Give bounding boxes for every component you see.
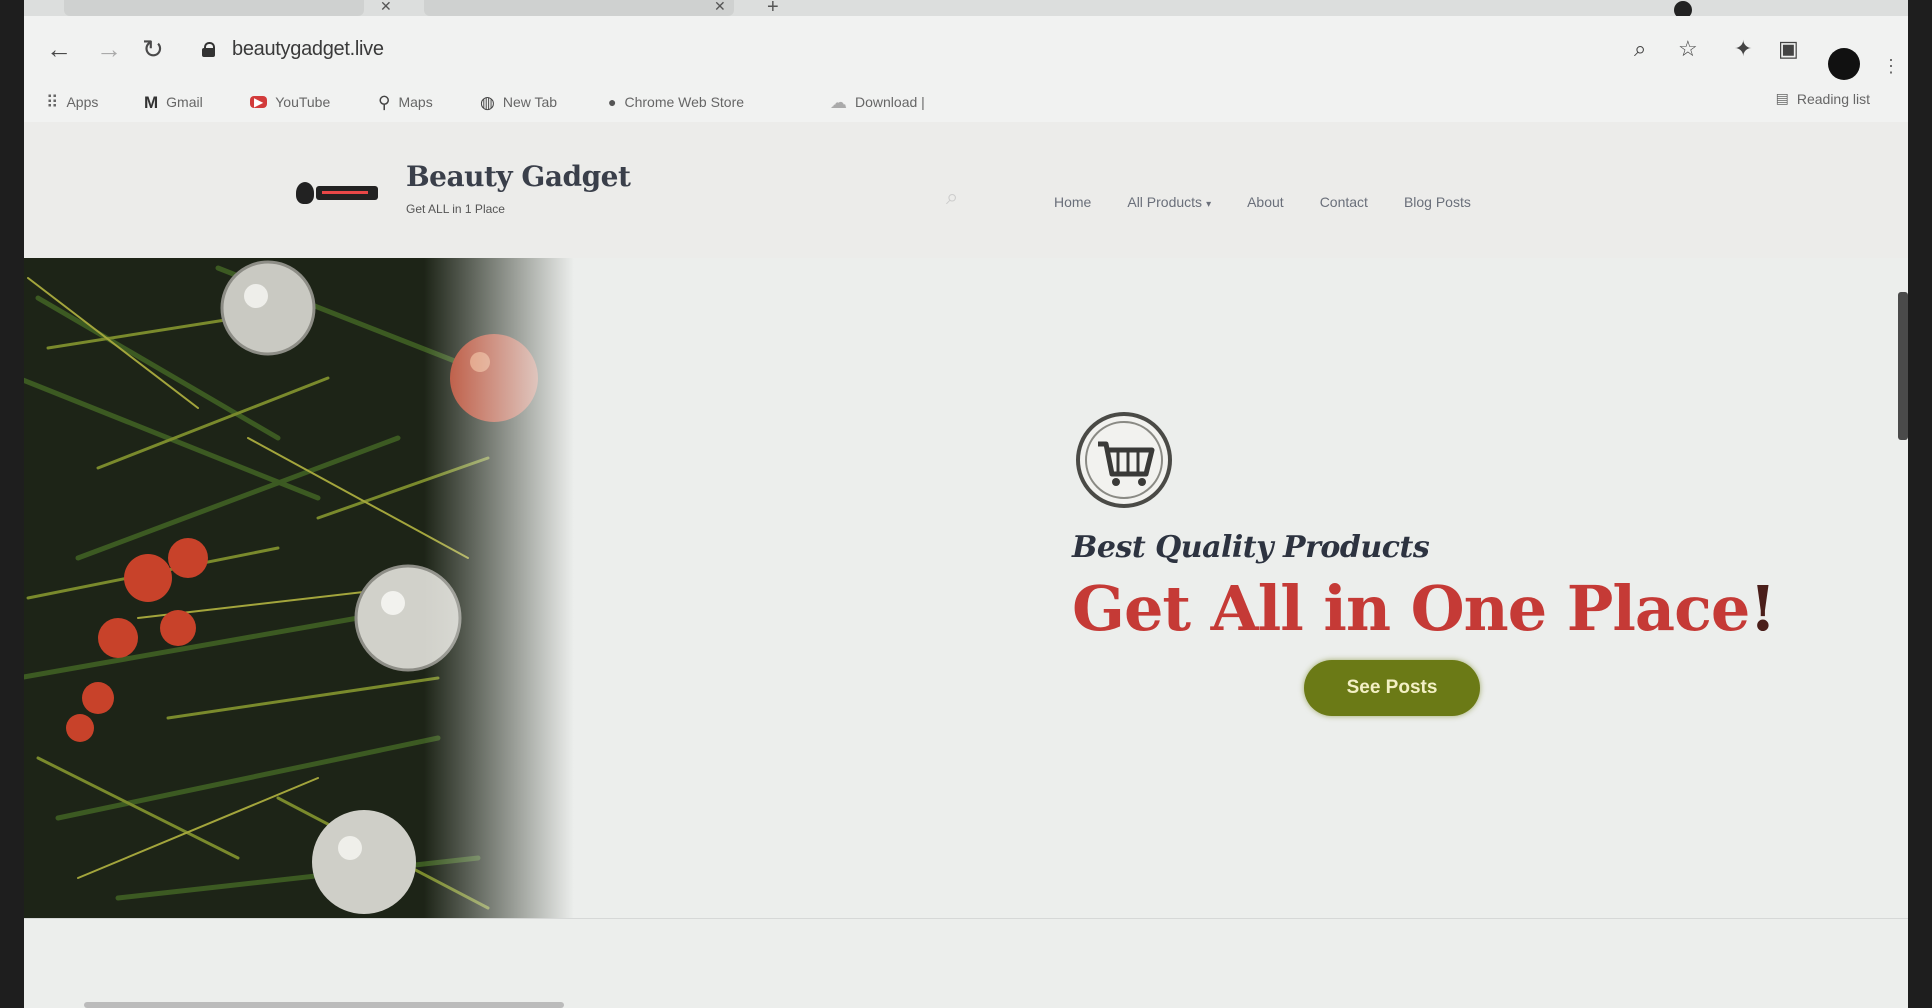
bookmark-label: New Tab xyxy=(502,94,558,110)
reload-icon[interactable]: ↻ xyxy=(142,36,164,62)
gmail-icon: M xyxy=(144,92,159,112)
forward-arrow-icon[interactable]: → xyxy=(96,36,122,62)
nav-blog-posts[interactable]: Blog Posts xyxy=(1404,194,1471,210)
hero-subtitle: Best Quality Products xyxy=(1072,530,1430,565)
bookmark-label: Maps xyxy=(398,94,433,110)
bookmark-label: Gmail xyxy=(166,94,203,110)
tab-strip: ✕ ✕ + xyxy=(24,0,1908,19)
reading-list-label: Reading list xyxy=(1796,90,1870,107)
horizontal-scrollbar[interactable] xyxy=(84,1002,564,1008)
browser-tab[interactable]: ✕ xyxy=(64,0,392,16)
site-nav: Home All Products ▾ About Contact Blog Po… xyxy=(1054,194,1471,210)
youtube-icon: ▶ xyxy=(250,96,268,108)
bookmarks-bar: ⠿ Apps M Gmail ▶ YouTube ⚲ Maps ◍ New Ta… xyxy=(24,84,1908,123)
shopping-cart-icon xyxy=(1076,412,1172,508)
nav-label: All Products xyxy=(1127,194,1203,210)
bookmark-chrome-web-store[interactable]: ● Chrome Web Store xyxy=(608,90,744,114)
hero-title-exclamation: ! xyxy=(1749,572,1776,645)
extensions-icon[interactable]: ✦ xyxy=(1734,38,1752,60)
see-posts-button[interactable]: See Posts xyxy=(1304,660,1480,716)
browser-window: ✕ ✕ + ← → ↻ beautygadget.live ⌕ ☆ ✦ ▣ ⋮ … xyxy=(24,0,1908,1008)
site-header: Beauty Gadget Get ALL in 1 Place ⌕ Home … xyxy=(24,122,1908,258)
bookmark-maps[interactable]: ⚲ Maps xyxy=(378,90,433,114)
site-logo-icon[interactable] xyxy=(296,182,384,206)
hero-image-fade xyxy=(424,258,624,918)
site-search-icon[interactable]: ⌕ xyxy=(946,184,958,210)
bookmark-gmail[interactable]: M Gmail xyxy=(144,90,203,114)
address-bar[interactable]: beautygadget.live xyxy=(232,38,384,61)
web-page: Beauty Gadget Get ALL in 1 Place ⌕ Home … xyxy=(24,122,1908,1008)
chrome-icon: ● xyxy=(608,94,617,110)
bookmark-download[interactable]: ☁ Download | xyxy=(830,90,925,114)
lock-icon[interactable] xyxy=(202,42,215,57)
globe-icon: ◍ xyxy=(480,92,495,112)
bookmark-label: Chrome Web Store xyxy=(624,94,745,110)
nav-contact[interactable]: Contact xyxy=(1320,194,1368,210)
chevron-down-icon: ▾ xyxy=(1206,199,1212,210)
bookmark-star-icon[interactable]: ☆ xyxy=(1678,38,1698,60)
profile-avatar[interactable] xyxy=(1828,48,1860,80)
site-title[interactable]: Beauty Gadget xyxy=(406,160,631,193)
bookmark-new-tab[interactable]: ◍ New Tab xyxy=(480,90,557,114)
hero-title-text: Get All in One Place xyxy=(1072,572,1750,645)
nav-about[interactable]: About xyxy=(1247,194,1284,210)
bookmark-youtube[interactable]: ▶ YouTube xyxy=(250,90,330,114)
page-scrollbar[interactable] xyxy=(1898,292,1908,440)
reading-list-icon: ▤ xyxy=(1775,90,1789,106)
extension-puzzle-icon[interactable]: ▣ xyxy=(1778,38,1799,60)
browser-toolbar: ← → ↻ beautygadget.live ⌕ ☆ ✦ ▣ ⋮ xyxy=(24,16,1908,84)
nav-home[interactable]: Home xyxy=(1054,194,1091,210)
browser-tab[interactable]: ✕ xyxy=(424,0,734,16)
search-icon[interactable]: ⌕ xyxy=(1634,38,1646,60)
menu-dots-icon[interactable]: ⋮ xyxy=(1882,56,1900,77)
hero-title: Get All in One Place! xyxy=(1072,572,1777,645)
site-tagline: Get ALL in 1 Place xyxy=(406,202,505,216)
bookmark-label: Download | xyxy=(855,94,925,110)
bookmark-label: YouTube xyxy=(275,94,331,110)
back-arrow-icon[interactable]: ← xyxy=(46,36,72,62)
maps-pin-icon: ⚲ xyxy=(378,92,391,112)
apps-grid-icon: ⠿ xyxy=(46,92,59,112)
cloud-icon: ☁ xyxy=(830,92,847,112)
tab-close-icon[interactable]: ✕ xyxy=(714,0,726,15)
reading-list-button[interactable]: ▤ Reading list xyxy=(1776,90,1870,107)
bookmark-label: Apps xyxy=(66,94,99,110)
bookmark-apps[interactable]: ⠿ Apps xyxy=(46,90,98,114)
tab-close-icon[interactable]: ✕ xyxy=(380,0,392,15)
section-divider xyxy=(24,918,1908,919)
nav-all-products[interactable]: All Products ▾ xyxy=(1127,194,1211,210)
